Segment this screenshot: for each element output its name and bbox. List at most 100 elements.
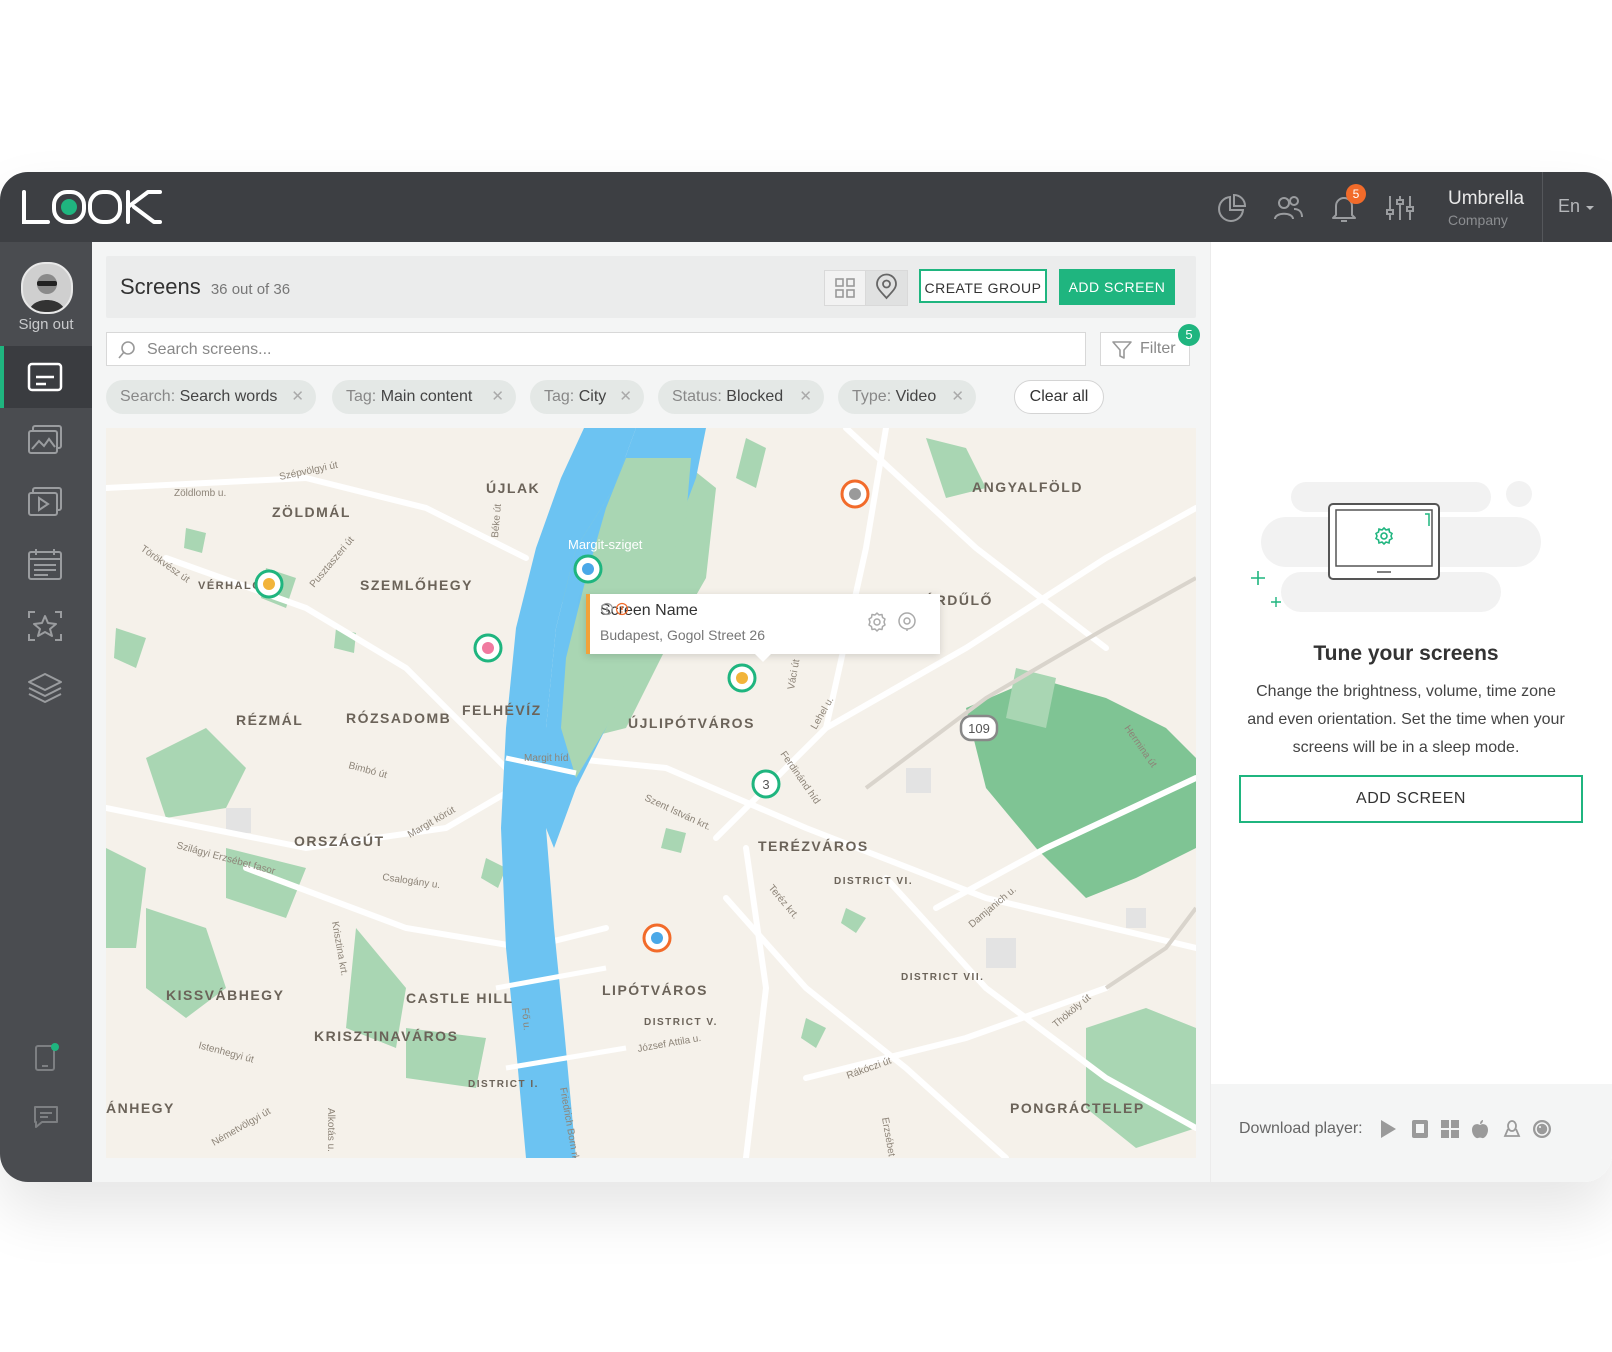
screen-popup[interactable]: Screen Name Budapest, Gogol Street 26 xyxy=(586,594,940,662)
street-label: Németvölgyi út xyxy=(210,1106,273,1149)
map-label: ÚJLAK xyxy=(486,479,540,496)
popup-title: Screen Name xyxy=(600,602,698,620)
filter-chip-type: Type: Video ✕ xyxy=(838,380,976,414)
chip-key: Search: xyxy=(120,388,176,405)
filter-chip-search: Search: Search words ✕ xyxy=(106,380,316,414)
chip-remove-icon[interactable]: ✕ xyxy=(491,380,504,414)
grid-view-button[interactable] xyxy=(825,271,866,305)
avatar-image xyxy=(23,264,71,312)
linux-icon[interactable] xyxy=(1501,1118,1523,1140)
create-group-button[interactable]: CREATE GROUP xyxy=(919,269,1047,303)
filter-icon xyxy=(1112,341,1132,359)
filter-count-badge: 5 xyxy=(1178,324,1200,346)
map-label: TERÉZVÁROS xyxy=(758,838,869,854)
screen-pin-dot xyxy=(582,563,594,575)
android-play-icon[interactable] xyxy=(1377,1118,1399,1140)
map-label: LIPÓTVÁROS xyxy=(602,981,708,998)
street-label: Teréz krt. xyxy=(766,883,801,922)
chip-remove-icon[interactable]: ✕ xyxy=(291,380,304,414)
location-icon[interactable] xyxy=(896,611,918,633)
sidebar-item-layers[interactable] xyxy=(0,656,92,718)
samsung-icon[interactable] xyxy=(1409,1118,1431,1140)
main-content: Screens 36 out of 36 CREATE GROUP ADD SC… xyxy=(92,242,1210,1182)
street-label: Szent István krt. xyxy=(643,793,713,833)
map-label: PONGRÁCTELEP xyxy=(1010,1100,1145,1116)
gear-icon[interactable] xyxy=(866,611,888,633)
screens-icon xyxy=(27,362,63,392)
road-shield-number: 109 xyxy=(968,721,990,736)
chip-remove-icon[interactable]: ✕ xyxy=(619,380,632,414)
park-area xyxy=(736,438,766,488)
device-status-icon[interactable] xyxy=(34,1042,60,1072)
grid-icon xyxy=(835,278,855,298)
filter-chip-tag-city: Tag: City ✕ xyxy=(530,380,644,414)
app-window: 5 Umbrella Company En Sign out Screens 3… xyxy=(0,172,1612,1182)
railway xyxy=(1104,906,1196,990)
language-selector[interactable]: En xyxy=(1558,196,1595,217)
park-area xyxy=(801,1018,826,1048)
search-input[interactable] xyxy=(145,337,1049,363)
sidebar-item-schedule[interactable] xyxy=(0,532,92,594)
chip-value: Video xyxy=(895,388,937,405)
map-view-button[interactable] xyxy=(866,271,907,305)
park-area xyxy=(106,848,146,948)
sidebar-item-media[interactable] xyxy=(0,408,92,470)
sidebar-item-screens[interactable] xyxy=(0,346,92,408)
monitor-screen xyxy=(1335,509,1433,567)
view-toggle xyxy=(824,270,908,306)
video-playlist-icon xyxy=(28,487,62,516)
top-bar: 5 Umbrella Company En xyxy=(0,172,1612,242)
filter-button[interactable]: Filter xyxy=(1100,332,1190,366)
chat-icon[interactable] xyxy=(32,1104,60,1130)
analytics-pie-icon[interactable] xyxy=(1216,192,1248,224)
apple-icon[interactable] xyxy=(1469,1118,1491,1140)
info-warning-icon xyxy=(600,602,629,616)
lg-icon[interactable] xyxy=(1531,1118,1553,1140)
sidebar-item-playlists[interactable] xyxy=(0,470,92,532)
map-pin-icon xyxy=(876,273,897,300)
screens-map[interactable]: ÚJLAK ZÖLDMÁL SZEMLŐHEGY VÉRHALOM RÉZMÁL… xyxy=(106,428,1196,1158)
chip-key: Tag: xyxy=(346,388,377,405)
map-label: ÚJLIPÓTVÁROS xyxy=(628,714,755,731)
map-label: KRISZTINAVÁROS xyxy=(314,1028,458,1044)
park-area xyxy=(146,728,246,818)
street-label: Zöldlomb u. xyxy=(174,488,226,499)
star-frame-icon xyxy=(28,611,62,641)
screens-header: Screens 36 out of 36 CREATE GROUP ADD SC… xyxy=(106,256,1196,318)
map-label: DISTRICT I. xyxy=(468,1079,539,1090)
image-gallery-icon xyxy=(28,425,62,454)
avatar[interactable] xyxy=(21,262,73,314)
street-label: József Attila u. xyxy=(637,1033,702,1055)
page-title: Screens 36 out of 36 xyxy=(120,274,290,300)
map-label: ÁNHEGY xyxy=(106,1100,175,1116)
park-city-park xyxy=(966,678,1196,898)
street-label: Pusztaszeri út xyxy=(308,535,357,590)
windows-icon[interactable] xyxy=(1439,1118,1461,1140)
map-label: SZEMLŐHEGY xyxy=(360,576,473,593)
chip-remove-icon[interactable]: ✕ xyxy=(951,380,964,414)
tune-screens-illustration xyxy=(1251,481,1541,612)
street-label: Váci út xyxy=(786,658,802,690)
map-label: RÉZMÁL xyxy=(236,712,303,728)
map-label: ZÖLDMÁL xyxy=(272,504,351,520)
add-screen-button[interactable]: ADD SCREEN xyxy=(1059,269,1175,305)
street-label: Csalogány u. xyxy=(382,872,441,891)
street-label: Bimbó út xyxy=(347,760,388,781)
map-label: DISTRICT V. xyxy=(644,1017,718,1028)
screen-pin-dot xyxy=(849,488,861,500)
panel-add-screen-button[interactable]: ADD SCREEN xyxy=(1239,775,1583,823)
clear-all-button[interactable]: Clear all xyxy=(1014,380,1104,414)
divider xyxy=(1542,172,1543,242)
sidebar-item-templates[interactable] xyxy=(0,594,92,656)
chip-key: Type: xyxy=(852,388,892,405)
chip-remove-icon[interactable]: ✕ xyxy=(799,380,812,414)
users-icon[interactable] xyxy=(1272,192,1304,224)
settings-sliders-icon[interactable] xyxy=(1384,192,1416,224)
company-name[interactable]: Umbrella xyxy=(1448,188,1524,210)
building-block xyxy=(986,938,1016,968)
sign-out-link[interactable]: Sign out xyxy=(0,316,92,333)
park-area xyxy=(661,828,686,853)
panel-description: Change the brightness, volume, time zone… xyxy=(1247,683,1565,756)
chip-key: Status: xyxy=(672,388,722,405)
look-logo[interactable] xyxy=(20,186,166,228)
